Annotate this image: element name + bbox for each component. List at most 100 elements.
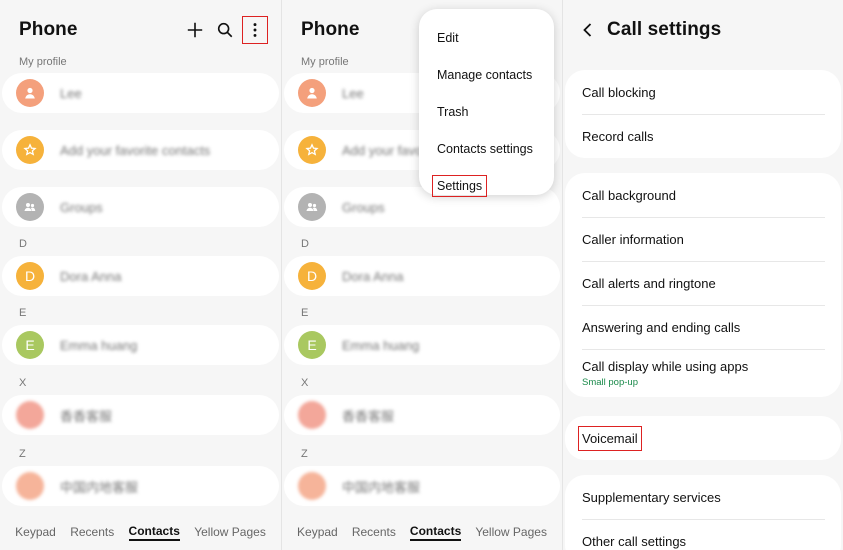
bottom-tab-bar: Keypad Recents Contacts Yellow Pages — [0, 520, 281, 544]
setting-label: Call background — [582, 187, 676, 203]
list-item[interactable]: 中国内地客服 — [2, 466, 279, 506]
setting-label: Call display while using apps — [582, 358, 749, 374]
settings-card: Call background Caller information Call … — [565, 173, 841, 397]
group-icon — [24, 203, 36, 211]
favorites-label: Add your favorite contacts — [60, 142, 211, 158]
setting-call-background[interactable]: Call background — [565, 173, 841, 217]
menu-item-label: Contacts settings — [437, 141, 533, 156]
person-icon — [25, 87, 35, 99]
list-item[interactable]: E Emma huang — [284, 325, 560, 365]
setting-label: Record calls — [582, 128, 654, 144]
setting-call-alerts-ringtone[interactable]: Call alerts and ringtone — [565, 261, 841, 305]
toolbar-actions — [183, 16, 268, 44]
page-title: Phone — [19, 19, 78, 40]
profile-name: Lee — [60, 85, 82, 101]
settings-card: Voicemail — [565, 416, 841, 460]
avatar: E — [16, 331, 44, 359]
contact-name: Dora Anna — [60, 268, 122, 284]
profile-name: Lee — [342, 85, 364, 101]
top-bar: Phone — [0, 0, 281, 60]
avatar — [298, 136, 326, 164]
menu-item-settings[interactable]: Settings — [419, 167, 554, 204]
menu-item-manage-contacts[interactable]: Manage contacts — [419, 56, 554, 93]
favorites-row[interactable]: Add your favorite contacts — [2, 130, 279, 170]
list-item[interactable]: D Dora Anna — [284, 256, 560, 296]
menu-item-contacts-settings[interactable]: Contacts settings — [419, 130, 554, 167]
menu-item-label: Trash — [437, 104, 469, 119]
tab-yellow-pages[interactable]: Yellow Pages — [194, 525, 266, 539]
avatar: D — [16, 262, 44, 290]
group-icon — [306, 203, 318, 211]
groups-row[interactable]: Groups — [2, 187, 279, 227]
tab-recents[interactable]: Recents — [70, 525, 114, 539]
tab-keypad[interactable]: Keypad — [15, 525, 56, 539]
menu-item-label: Edit — [437, 30, 459, 45]
star-icon — [23, 143, 37, 156]
list-item[interactable]: D Dora Anna — [2, 256, 279, 296]
setting-supplementary-services[interactable]: Supplementary services — [565, 475, 841, 519]
groups-label: Groups — [342, 199, 385, 215]
avatar: D — [298, 262, 326, 290]
avatar — [16, 472, 44, 500]
contact-name: Emma huang — [342, 337, 420, 353]
plus-icon — [187, 22, 203, 38]
back-arrow-icon[interactable] — [579, 21, 597, 39]
setting-label: Call alerts and ringtone — [582, 275, 716, 291]
more-vertical-icon — [253, 23, 257, 37]
search-button[interactable] — [213, 17, 237, 43]
avatar — [16, 401, 44, 429]
contact-name: Dora Anna — [342, 268, 404, 284]
list-item[interactable]: 香香客服 — [2, 395, 279, 435]
contact-name: 香香客服 — [342, 408, 395, 424]
page-title: Phone — [301, 19, 360, 40]
contact-name: Emma huang — [60, 337, 138, 353]
overflow-menu: Edit Manage contacts Trash Contacts sett… — [419, 9, 554, 197]
more-options-button[interactable] — [242, 16, 268, 44]
my-profile-label: My profile — [19, 56, 67, 68]
setting-sublabel: Small pop-up — [582, 376, 638, 388]
settings-card: Supplementary services Other call settin… — [565, 475, 841, 550]
menu-item-trash[interactable]: Trash — [419, 93, 554, 130]
page-title: Call settings — [607, 19, 722, 40]
settings-card: Call blocking Record calls — [565, 70, 841, 158]
list-item[interactable]: 中国内地客服 — [284, 466, 560, 506]
index-letter: D — [301, 238, 309, 250]
phone-contacts-menu-panel: Phone My profile Lee Add your favorite c… — [281, 0, 562, 550]
tab-yellow-pages[interactable]: Yellow Pages — [475, 525, 547, 539]
call-settings-panel: Call settings Call blocking Record calls… — [562, 0, 843, 550]
list-item[interactable]: 香香客服 — [284, 395, 560, 435]
index-letter: E — [19, 307, 27, 319]
tab-contacts[interactable]: Contacts — [409, 524, 462, 541]
avatar — [298, 79, 326, 107]
index-letter: X — [301, 377, 309, 389]
search-icon — [217, 22, 233, 38]
setting-other-call-settings[interactable]: Other call settings — [565, 519, 841, 550]
tab-recents[interactable]: Recents — [352, 525, 396, 539]
setting-answering-ending-calls[interactable]: Answering and ending calls — [565, 305, 841, 349]
list-item[interactable]: E Emma huang — [2, 325, 279, 365]
avatar: E — [298, 331, 326, 359]
setting-call-display[interactable]: Call display while using apps Small pop-… — [565, 349, 841, 397]
index-letter: Z — [19, 448, 26, 460]
setting-record-calls[interactable]: Record calls — [565, 114, 841, 158]
avatar — [298, 401, 326, 429]
tab-keypad[interactable]: Keypad — [297, 525, 338, 539]
index-letter: Z — [301, 448, 308, 460]
profile-row[interactable]: Lee — [2, 73, 279, 113]
index-letter: D — [19, 238, 27, 250]
tab-contacts[interactable]: Contacts — [128, 524, 180, 541]
avatar — [16, 136, 44, 164]
setting-voicemail[interactable]: Voicemail — [565, 416, 841, 460]
groups-label: Groups — [60, 199, 103, 215]
my-profile-label: My profile — [301, 56, 349, 68]
setting-label: Supplementary services — [582, 489, 721, 505]
setting-caller-information[interactable]: Caller information — [565, 217, 841, 261]
avatar — [16, 79, 44, 107]
add-contact-button[interactable] — [183, 17, 207, 43]
setting-label: Caller information — [582, 231, 684, 247]
setting-call-blocking[interactable]: Call blocking — [565, 70, 841, 114]
index-letter: E — [301, 307, 309, 319]
contact-name: 中国内地客服 — [60, 479, 139, 495]
setting-label: Other call settings — [582, 533, 687, 549]
menu-item-edit[interactable]: Edit — [419, 19, 554, 56]
